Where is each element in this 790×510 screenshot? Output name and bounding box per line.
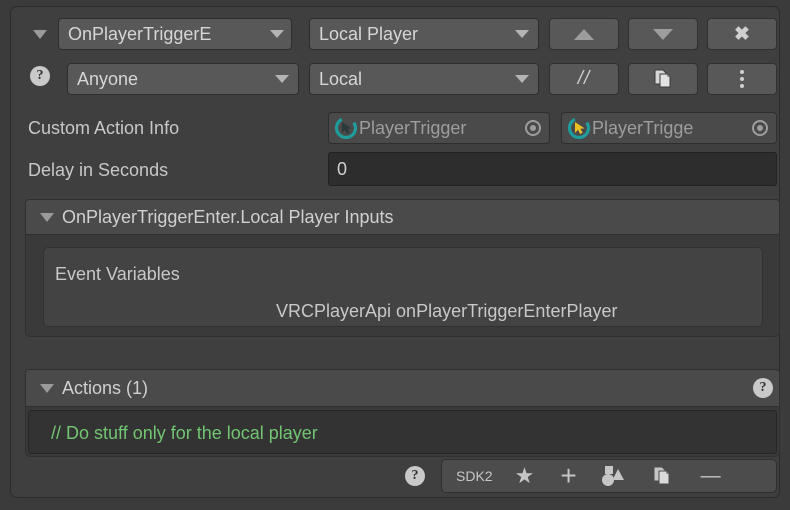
help-question-icon[interactable]: ? bbox=[405, 466, 425, 486]
custom-action-object-field-2[interactable]: PlayerTrigge bbox=[561, 112, 777, 144]
chevron-down-icon bbox=[515, 75, 529, 83]
trigger-event-panel: OnPlayerTriggerE Local Player ✖ ? Anyone… bbox=[10, 6, 780, 498]
actions-section-header[interactable]: Actions (1) bbox=[25, 369, 780, 407]
plus-icon: + bbox=[560, 460, 577, 491]
event-variable-entry: VRCPlayerApi onPlayerTriggerEnterPlayer bbox=[276, 301, 618, 321]
who-dropdown[interactable]: Anyone bbox=[67, 63, 299, 95]
close-x-icon: ✖ bbox=[734, 23, 750, 45]
actions-toolbar: SDK2 ★ + — bbox=[441, 459, 777, 493]
move-down-button[interactable] bbox=[628, 18, 698, 50]
event-variables-label: Event Variables bbox=[55, 264, 180, 284]
triangle-down-icon bbox=[653, 28, 673, 40]
copy-event-button[interactable] bbox=[628, 63, 698, 95]
event-foldout-toggle[interactable] bbox=[27, 19, 53, 49]
who-dropdown-value: Anyone bbox=[77, 68, 139, 89]
sdk-version-label: SDK2 bbox=[456, 468, 493, 484]
remove-action-button[interactable]: — bbox=[701, 466, 721, 486]
chevron-down-icon bbox=[515, 30, 529, 38]
actions-section-title: Actions (1) bbox=[62, 377, 149, 398]
duplicate-action-button[interactable] bbox=[651, 465, 673, 487]
unity-inspector-window: OnPlayerTriggerE Local Player ✖ ? Anyone… bbox=[0, 0, 790, 510]
comment-button[interactable]: // bbox=[549, 63, 619, 95]
shapes-action-button[interactable] bbox=[601, 465, 625, 487]
help-question-icon[interactable]: ? bbox=[30, 66, 50, 86]
vrc-trigger-teal-icon bbox=[334, 116, 358, 140]
scope-dropdown[interactable]: Local bbox=[309, 63, 539, 95]
triangle-up-icon bbox=[574, 28, 594, 40]
copy-pages-icon bbox=[652, 68, 674, 90]
custom-action-object-1-name: PlayerTrigger bbox=[359, 117, 467, 138]
event-target-value: Local Player bbox=[319, 23, 419, 44]
chevron-down-icon bbox=[270, 30, 284, 38]
delete-event-button[interactable]: ✖ bbox=[707, 18, 777, 50]
custom-action-object-2-name: PlayerTrigge bbox=[592, 117, 694, 138]
inputs-section-header[interactable]: OnPlayerTriggerEnter.Local Player Inputs bbox=[25, 199, 780, 235]
inputs-section-title: OnPlayerTriggerEnter.Local Player Inputs bbox=[62, 206, 394, 227]
chevron-down-icon bbox=[275, 75, 289, 83]
triangle-down-icon bbox=[33, 29, 47, 39]
event-type-value: OnPlayerTriggerE bbox=[68, 23, 212, 44]
object-picker-dot-icon[interactable] bbox=[525, 120, 541, 136]
triangle-down-icon bbox=[40, 383, 54, 393]
copy-pages-icon bbox=[651, 465, 673, 487]
event-menu-button[interactable] bbox=[707, 63, 777, 95]
triangle-down-icon bbox=[40, 212, 54, 222]
add-action-button[interactable]: + bbox=[560, 462, 576, 490]
object-picker-dot-icon[interactable] bbox=[752, 120, 768, 136]
delay-input[interactable] bbox=[328, 152, 777, 186]
minus-icon: — bbox=[700, 465, 721, 487]
delay-label: Delay in Seconds bbox=[28, 160, 169, 180]
favorite-action-button[interactable]: ★ bbox=[515, 465, 535, 487]
kebab-menu-icon bbox=[740, 70, 744, 88]
custom-action-object-field-1[interactable]: PlayerTrigger bbox=[328, 112, 550, 144]
event-target-dropdown[interactable]: Local Player bbox=[309, 18, 539, 50]
scope-dropdown-value: Local bbox=[319, 68, 363, 89]
move-up-button[interactable] bbox=[549, 18, 619, 50]
action-item-text: // Do stuff only for the local player bbox=[51, 423, 318, 443]
comment-slashes-icon: // bbox=[577, 68, 591, 89]
shapes-icon bbox=[601, 465, 625, 487]
event-type-dropdown[interactable]: OnPlayerTriggerE bbox=[58, 18, 292, 50]
custom-action-info-label: Custom Action Info bbox=[28, 118, 180, 138]
vrc-trigger-yellow-icon bbox=[567, 116, 591, 140]
star-icon: ★ bbox=[514, 463, 535, 488]
help-question-icon[interactable]: ? bbox=[753, 378, 773, 398]
